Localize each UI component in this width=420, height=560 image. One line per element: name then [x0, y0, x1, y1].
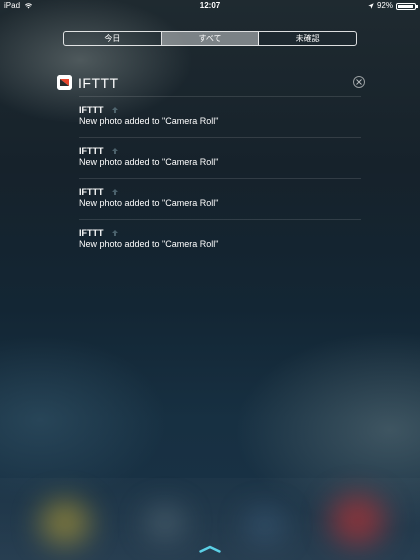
small-app-icon [112, 107, 118, 113]
notification-item[interactable]: IFTTT New photo added to "Camera Roll" [79, 219, 361, 260]
chevron-up-icon[interactable] [199, 545, 221, 553]
location-arrow-icon [368, 3, 374, 9]
view-segmented-control: 今日 すべて 未確認 [63, 31, 357, 46]
clear-group-button[interactable] [353, 76, 365, 88]
notification-title: IFTTT [79, 105, 104, 115]
notification-body: New photo added to "Camera Roll" [79, 157, 219, 167]
notification-item[interactable]: IFTTT New photo added to "Camera Roll" [79, 178, 361, 219]
ifttt-app-icon [57, 75, 72, 90]
notification-title: IFTTT [79, 146, 104, 156]
group-app-name: IFTTT [78, 75, 119, 91]
status-right: 92% [368, 0, 418, 12]
ifttt-logo-icon [57, 75, 72, 90]
notification-body: New photo added to "Camera Roll" [79, 198, 219, 208]
notification-body: New photo added to "Camera Roll" [79, 239, 219, 249]
battery-fill [398, 4, 413, 8]
small-app-icon [112, 230, 118, 236]
notification-item[interactable]: IFTTT New photo added to "Camera Roll" [79, 137, 361, 178]
status-time: 12:07 [199, 1, 221, 10]
notification-title: IFTTT [79, 228, 104, 238]
tab-all[interactable]: すべて [161, 32, 260, 45]
small-app-icon [112, 148, 118, 154]
small-app-icon [112, 189, 118, 195]
notification-title: IFTTT [79, 187, 104, 197]
notification-center-screen: iPad 12:07 92% 今日 すべて 未確認 IFTTT IFTTT Ne… [0, 0, 420, 560]
battery-percent: 92% [376, 1, 393, 10]
close-icon [356, 79, 362, 85]
status-bar: iPad 12:07 92% [0, 0, 420, 12]
notification-list: IFTTT New photo added to "Camera Roll" I… [79, 96, 361, 260]
notification-group-header: IFTTT [57, 74, 367, 92]
tab-missed[interactable]: 未確認 [259, 32, 356, 45]
notification-item[interactable]: IFTTT New photo added to "Camera Roll" [79, 96, 361, 137]
notification-body: New photo added to "Camera Roll" [79, 116, 219, 126]
battery-icon [396, 2, 418, 10]
tab-today[interactable]: 今日 [64, 32, 162, 45]
